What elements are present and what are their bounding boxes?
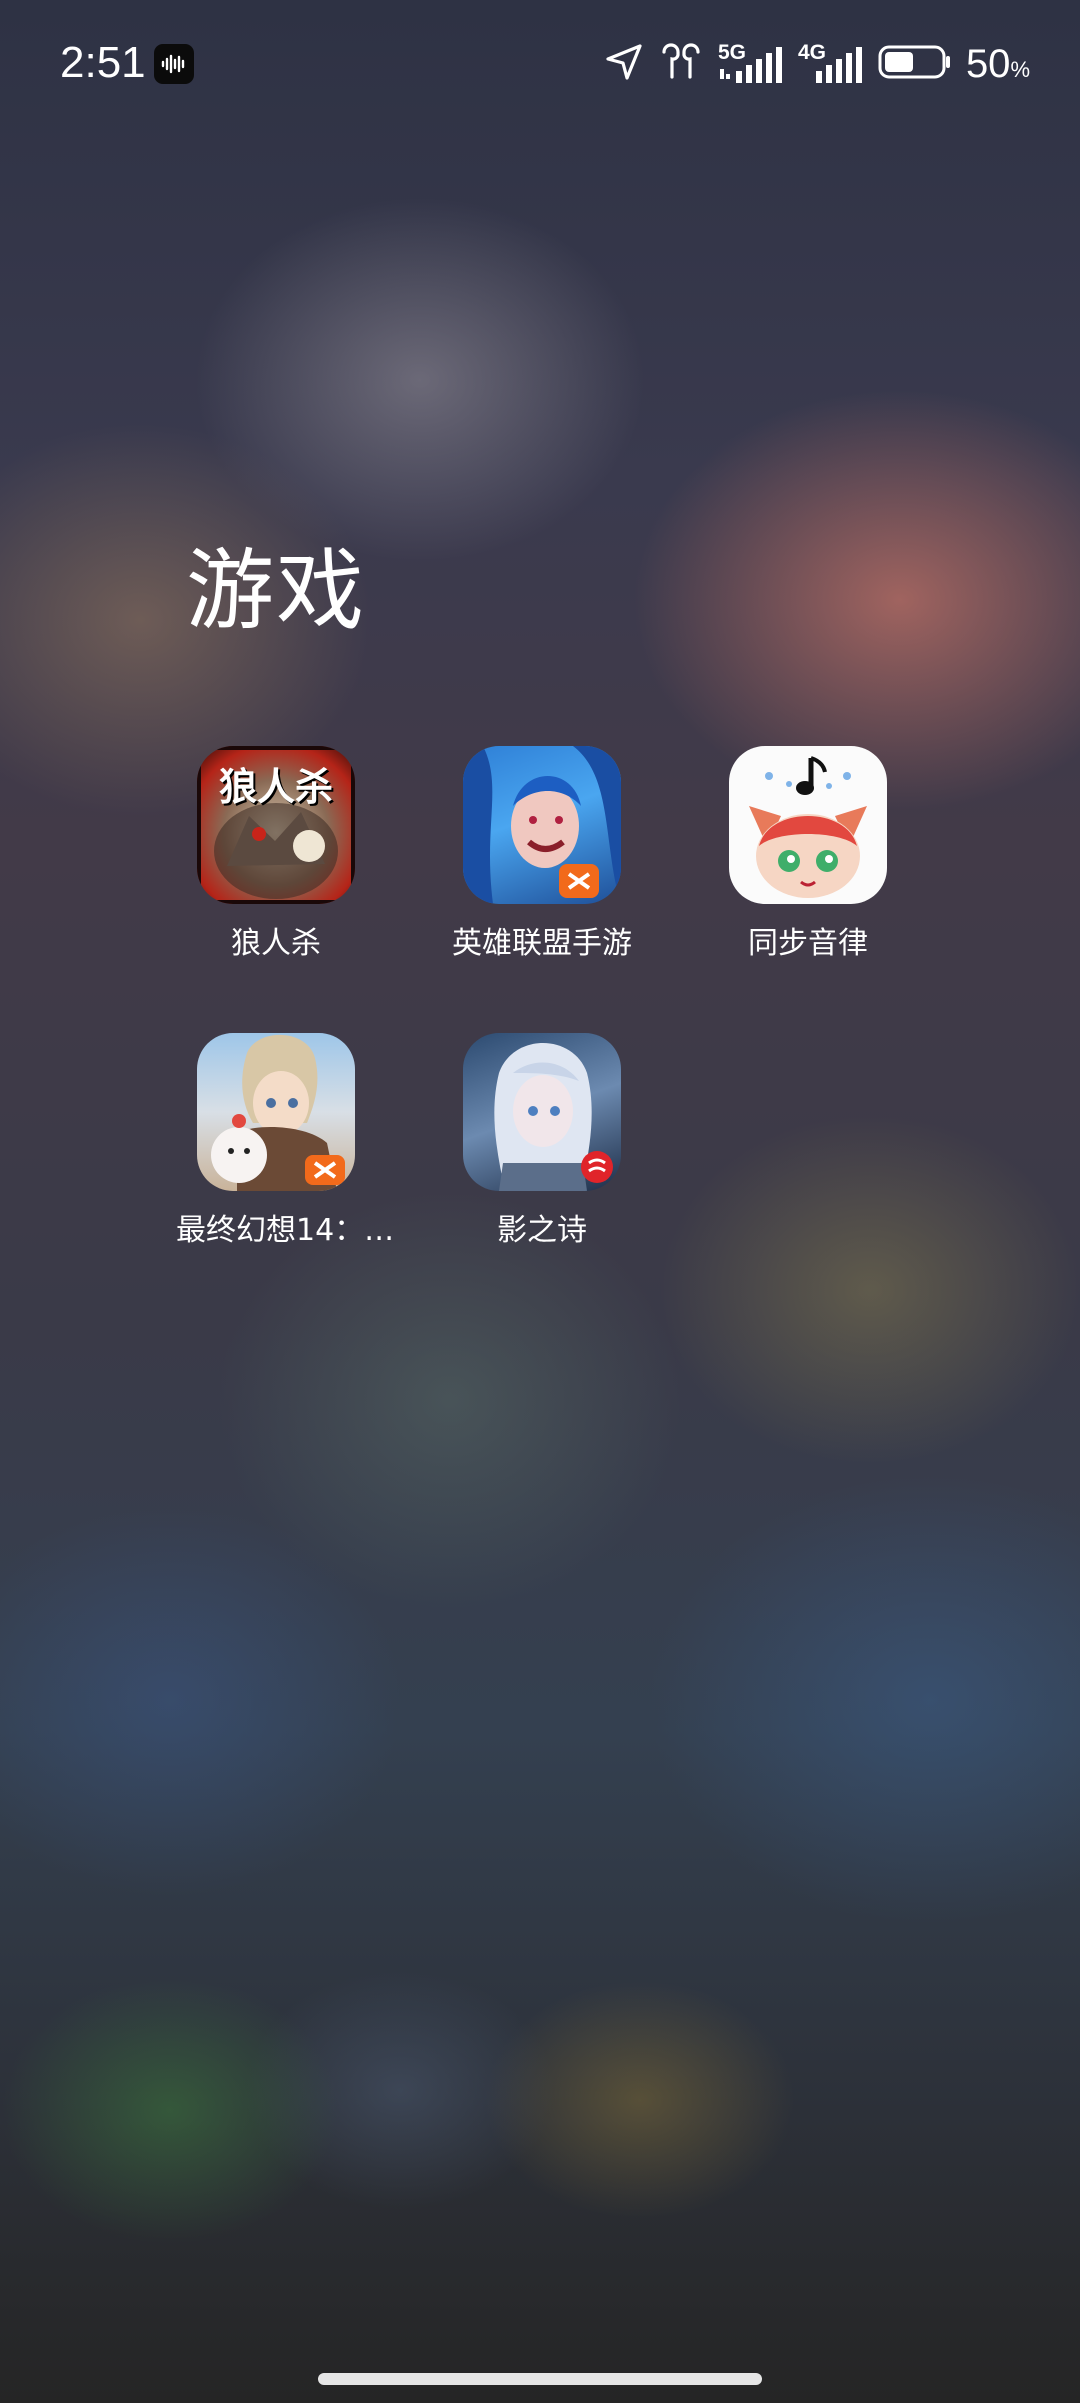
signal-5g-icon: 5G [718, 41, 784, 87]
app-label: 影之诗 [497, 1213, 587, 1248]
app-label: 最终幻想14：… [176, 1213, 395, 1248]
clock: 2:51 [60, 38, 146, 87]
battery-icon [878, 44, 952, 84]
final-fantasy-14-icon [197, 1033, 355, 1191]
earbuds-icon [658, 42, 704, 86]
app-label: 同步音律 [748, 926, 868, 961]
league-of-legends-mobile-icon [463, 746, 621, 904]
app-final-fantasy-14[interactable]: 最终幻想14：… [176, 1033, 395, 1249]
soundwave-badge-icon [154, 44, 194, 84]
app-league-of-legends-mobile[interactable]: 英雄联盟手游 [442, 746, 642, 962]
signal-4g-icon: 4G [798, 41, 864, 87]
app-synchronous-rhythm[interactable]: 同步音律 [708, 746, 908, 962]
location-arrow-icon [604, 42, 644, 86]
app-werewolf[interactable]: 狼人杀 狼人杀 [176, 746, 376, 962]
folder-title[interactable]: 游戏 [186, 520, 366, 647]
app-label: 英雄联盟手游 [452, 926, 632, 961]
app-label: 狼人杀 [231, 926, 321, 961]
status-icons: 5G 4G 50% [604, 36, 1030, 92]
shadowverse-icon [463, 1033, 621, 1191]
network-4g-label: 4G [797, 41, 826, 64]
network-5g-label: 5G [717, 41, 746, 64]
werewolf-icon-text: 狼人杀 [218, 765, 333, 809]
werewolf-game-icon: 狼人杀 [197, 746, 355, 904]
home-indicator[interactable] [318, 2373, 762, 2385]
status-bar: 2:51 5G 4G 50% [0, 0, 1080, 130]
battery-percent: 50% [965, 41, 1030, 86]
synchronous-rhythm-icon [729, 746, 887, 904]
app-shadowverse[interactable]: 影之诗 [442, 1033, 642, 1249]
